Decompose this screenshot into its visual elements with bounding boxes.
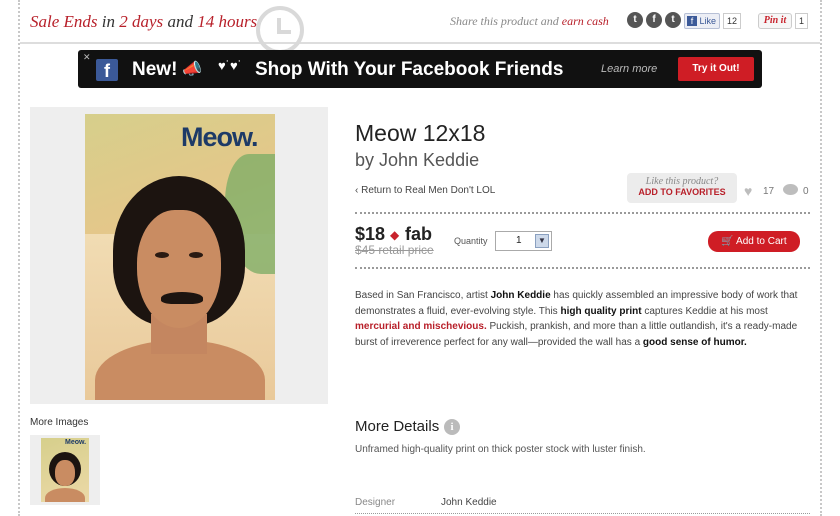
designer-label: Designer bbox=[355, 497, 396, 508]
thumb-chest bbox=[45, 488, 85, 502]
fab-label: fab bbox=[405, 224, 432, 244]
cart-icon: 🛒 bbox=[721, 236, 734, 247]
desc-bold-humor: good sense of humor. bbox=[642, 336, 747, 348]
add-to-favorites-link[interactable]: ADD TO FAVORITES bbox=[627, 187, 737, 197]
thumb-title-text: Meow. bbox=[65, 439, 87, 446]
price-tag-icon: ◆ bbox=[390, 228, 400, 242]
desc-highlight: mercurial and mischevious. bbox=[355, 321, 487, 332]
facebook-logo-icon: f bbox=[687, 16, 697, 26]
thumb-face bbox=[55, 460, 75, 486]
info-icon[interactable]: i bbox=[444, 419, 460, 435]
share-prefix: Share this product and bbox=[450, 14, 559, 28]
product-byline: by John Keddie bbox=[355, 150, 480, 170]
facebook-like-button[interactable]: f Like bbox=[684, 13, 720, 29]
like-question: Like this product? bbox=[645, 176, 719, 187]
divider bbox=[355, 267, 810, 269]
product-title: Meow 12x18 bbox=[355, 120, 486, 146]
more-details-text: Unframed high-quality print on thick pos… bbox=[355, 444, 646, 455]
desc-text: captures Keddie at his most bbox=[641, 305, 768, 317]
learn-more-link[interactable]: Learn more bbox=[601, 63, 657, 75]
quantity-value: 1 bbox=[516, 235, 522, 246]
product-image[interactable]: Meow. bbox=[85, 114, 275, 400]
tumblr-icon[interactable]: t bbox=[665, 12, 681, 28]
pinit-button[interactable]: Pin it bbox=[758, 13, 792, 29]
top-bar: Sale Ends in 2 days and 14 hours Share t… bbox=[20, 0, 820, 54]
likes-count: 17 bbox=[763, 186, 775, 197]
return-link[interactable]: ‹ Return to Real Men Don't LOL bbox=[355, 185, 495, 196]
thumbnail-image[interactable]: Meow. bbox=[30, 435, 100, 505]
share-text: Share this product and earn cash bbox=[450, 14, 609, 29]
hearts-icon: ♥˙♥˙ bbox=[218, 58, 243, 73]
twitter-icon[interactable]: t bbox=[627, 12, 643, 28]
earn-cash-link[interactable]: earn cash bbox=[562, 14, 609, 28]
desc-bold-artist: John Keddie bbox=[490, 290, 551, 301]
try-it-out-button[interactable]: Try it Out! bbox=[678, 57, 754, 81]
add-to-cart-button[interactable]: 🛒 Add to Cart bbox=[708, 231, 800, 252]
clock-icon bbox=[256, 6, 304, 54]
poster-eye-right bbox=[189, 252, 203, 258]
like-label: Like bbox=[699, 16, 717, 26]
product-image-panel: Meow. bbox=[30, 107, 328, 404]
pin-count: 1 bbox=[795, 13, 809, 29]
sale-ends-label: Sale Ends bbox=[30, 12, 98, 31]
poster-mustache bbox=[161, 292, 203, 304]
sale-hours: 14 hours bbox=[197, 12, 258, 31]
chevron-left-icon: ‹ bbox=[355, 185, 359, 196]
desc-text: Based in San Francisco, artist bbox=[355, 290, 491, 301]
product-description: Based in San Francisco, artist John Kedd… bbox=[355, 288, 810, 350]
sale-and-text: and bbox=[167, 12, 193, 31]
designer-value: John Keddie bbox=[441, 497, 497, 508]
like-count: 12 bbox=[723, 13, 742, 29]
poster-eye-left bbox=[155, 252, 169, 258]
desc-bold-print: high quality print bbox=[560, 305, 642, 317]
poster-face bbox=[137, 210, 221, 328]
quantity-select[interactable]: 1 ▼ bbox=[495, 231, 552, 251]
add-to-cart-label: Add to Cart bbox=[736, 236, 787, 247]
new-label: New! bbox=[132, 59, 178, 80]
quantity-label: Quantity bbox=[454, 236, 488, 246]
banner-headline: Shop With Your Facebook Friends bbox=[255, 59, 564, 80]
thumbnail-poster: Meow. bbox=[41, 438, 89, 502]
close-icon[interactable]: ✕ bbox=[83, 52, 91, 63]
sale-in-text: in bbox=[101, 12, 116, 31]
divider bbox=[355, 212, 810, 214]
add-to-favorites-bubble[interactable]: Like this product? ADD TO FAVORITES bbox=[627, 173, 737, 203]
sale-days: 2 days bbox=[119, 12, 164, 31]
return-link-label: Return to Real Men Don't LOL bbox=[361, 185, 496, 196]
heart-icon[interactable]: ♥ bbox=[744, 183, 752, 199]
sale-countdown: Sale Ends in 2 days and 14 hours bbox=[30, 12, 257, 32]
divider bbox=[355, 513, 810, 514]
megaphone-icon: 📣 bbox=[182, 61, 202, 78]
more-details-heading: More Details bbox=[355, 418, 440, 435]
chevron-down-icon[interactable]: ▼ bbox=[535, 234, 549, 248]
facebook-logo-icon: f bbox=[96, 59, 118, 81]
facebook-icon[interactable]: f bbox=[646, 12, 662, 28]
facebook-promo-banner: ✕ f New! 📣 ♥˙♥˙ Shop With Your Facebook … bbox=[78, 50, 762, 88]
retail-price: $45 retail price bbox=[355, 243, 434, 257]
comments-count: 0 bbox=[803, 186, 809, 197]
comment-icon[interactable] bbox=[783, 184, 798, 195]
sale-price: $18 bbox=[355, 224, 386, 244]
poster-title-text: Meow. bbox=[181, 122, 259, 152]
more-images-label: More Images bbox=[30, 417, 89, 428]
